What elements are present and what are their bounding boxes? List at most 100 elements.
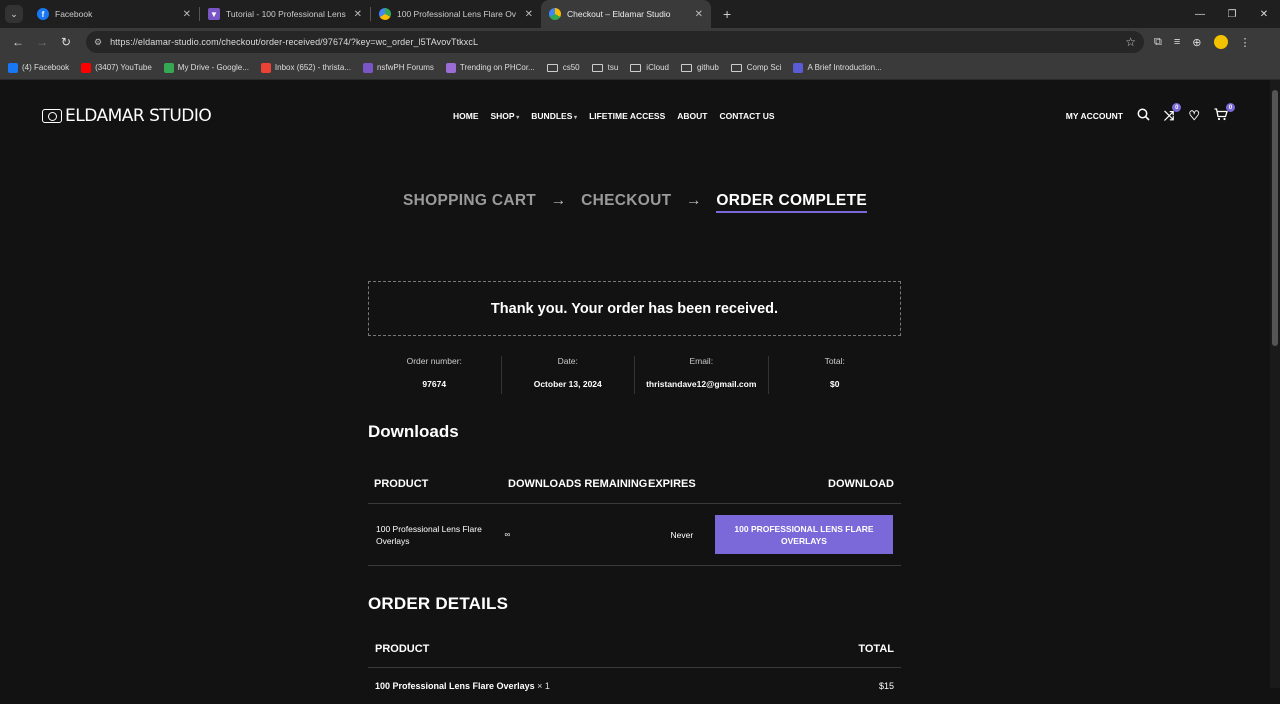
url-input[interactable]: ⚙ https://eldamar-studio.com/checkout/or…: [86, 31, 1144, 53]
main-nav: HOME SHOP BUNDLES LIFETIME ACCESS ABOUT …: [453, 111, 775, 121]
order-product-link[interactable]: 100 Professional Lens Flare Overlays: [375, 681, 535, 691]
bookmark-item[interactable]: iCloud: [630, 63, 669, 72]
site-favicon-icon: [8, 62, 18, 73]
browser-tab-bar: ⌄ f Facebook ✕ ▼ Tutorial - 100 Professi…: [0, 0, 1280, 28]
site-favicon-icon: [793, 62, 804, 73]
site-header: ELDAMAR STUDIO HOME SHOP BUNDLES LIFETIM…: [42, 103, 1235, 128]
media-control-icon[interactable]: ≡: [1174, 36, 1180, 48]
tab-checkout[interactable]: Checkout – Eldamar Studio ✕: [541, 0, 711, 28]
nsfw-icon: ▼: [208, 8, 220, 20]
close-icon[interactable]: ✕: [525, 9, 533, 20]
drive-icon: [549, 8, 561, 20]
order-total: Total: $0: [824, 356, 845, 389]
folder-icon: [546, 63, 558, 72]
window-controls: — ❐ ✕: [1184, 0, 1280, 28]
nav-lifetime-access[interactable]: LIFETIME ACCESS: [589, 111, 665, 121]
reload-icon[interactable]: ↻: [54, 35, 78, 49]
bookmark-item[interactable]: nsfwPH Forums: [362, 62, 434, 73]
compare-icon[interactable]: ⤨ 0: [1164, 103, 1182, 124]
bookmark-star-icon[interactable]: ☆: [1125, 35, 1136, 49]
order-details-header: PRODUCT TOTAL: [368, 630, 901, 668]
downloads-heading: Downloads: [368, 422, 459, 441]
site-favicon-icon: [445, 62, 456, 73]
step-shopping-cart[interactable]: SHOPPING CART: [403, 192, 536, 209]
address-bar: ← → ↻ ⚙ https://eldamar-studio.com/check…: [0, 28, 1280, 56]
site-info-icon[interactable]: ⚙: [94, 37, 102, 48]
download-button[interactable]: 100 PROFESSIONAL LENS FLARE OVERLAYS: [715, 515, 893, 554]
tab-facebook[interactable]: f Facebook ✕: [29, 0, 199, 28]
site-favicon-icon: [362, 62, 373, 73]
order-date: Date: October 13, 2024: [502, 356, 635, 394]
scrollbar-thumb[interactable]: [1272, 90, 1278, 346]
close-window-icon[interactable]: ✕: [1248, 0, 1280, 28]
nav-shop[interactable]: SHOP: [491, 111, 520, 121]
restore-icon[interactable]: ❐: [1216, 0, 1248, 28]
tab-lens-flare[interactable]: 100 Professional Lens Flare Ov ✕: [371, 0, 541, 28]
bookmark-item[interactable]: My Drive - Google...: [163, 62, 249, 73]
extensions-icon[interactable]: ⧉: [1154, 36, 1162, 49]
site-favicon-icon: [260, 62, 271, 73]
my-account-link[interactable]: MY ACCOUNT: [1066, 111, 1123, 121]
site-favicon-icon: [81, 62, 92, 73]
order-received-section: Thank you. Your order has been received.…: [368, 281, 901, 704]
cart-icon[interactable]: 0: [1214, 103, 1235, 124]
folder-icon: [630, 63, 642, 72]
step-checkout[interactable]: CHECKOUT: [581, 192, 671, 209]
bookmark-item[interactable]: Trending on PHCor...: [445, 62, 535, 73]
bookmarks-bar: (4) Facebook (3407) YouTube My Drive - Goo…: [0, 56, 1280, 80]
bookmark-item[interactable]: Comp Sci: [730, 63, 781, 72]
wishlist-heart-icon[interactable]: ♡: [1188, 108, 1200, 124]
download-icon[interactable]: ⊕: [1192, 36, 1201, 49]
order-overview: Order number: 97674 Date: October 13, 20…: [368, 356, 901, 394]
bookmark-item[interactable]: Inbox (652) - thrista...: [260, 62, 351, 73]
close-icon[interactable]: ✕: [354, 9, 362, 20]
nav-bundles[interactable]: BUNDLES: [531, 111, 577, 121]
downloads-remaining: ∞: [504, 530, 511, 539]
folder-icon: [680, 63, 692, 72]
nav-about[interactable]: ABOUT: [677, 111, 707, 121]
bookmark-item[interactable]: (4) Facebook: [8, 62, 69, 73]
close-icon[interactable]: ✕: [695, 9, 703, 20]
arrow-right-icon: →: [550, 192, 567, 209]
camera-icon: [42, 109, 62, 123]
drive-icon: [379, 8, 391, 20]
step-order-complete: ORDER COMPLETE: [716, 192, 867, 213]
profile-avatar[interactable]: [1213, 35, 1228, 49]
folder-icon: [730, 63, 742, 72]
search-icon[interactable]: [1137, 108, 1150, 124]
cart-count-badge: 0: [1226, 103, 1235, 112]
tab-search-icon[interactable]: ⌄: [5, 5, 23, 23]
new-tab-icon[interactable]: +: [723, 6, 731, 22]
bookmark-item[interactable]: A Brief Introduction...: [793, 62, 882, 73]
bookmark-item[interactable]: (3407) YouTube: [81, 62, 152, 73]
order-product-qty: × 1: [537, 681, 550, 691]
downloads-table-header: PRODUCT DOWNLOADS REMAINING EXPIRES DOWN…: [368, 464, 901, 504]
order-details-heading: ORDER DETAILS: [368, 594, 509, 613]
compare-count-badge: 0: [1172, 103, 1182, 112]
nav-home[interactable]: HOME: [453, 111, 479, 121]
site-favicon-icon: [163, 62, 174, 73]
site-logo[interactable]: ELDAMAR STUDIO: [42, 106, 212, 126]
facebook-icon: f: [37, 8, 49, 20]
bookmark-item[interactable]: github: [680, 63, 719, 72]
tab-tutorial[interactable]: ▼ Tutorial - 100 Professional Lens ✕: [200, 0, 370, 28]
bookmark-item[interactable]: tsu: [591, 63, 618, 72]
more-menu-icon[interactable]: ⋮: [1240, 36, 1251, 49]
page-scrollbar[interactable]: [1270, 80, 1280, 688]
table-row: 100 Professional Lens Flare Overlays × 1…: [368, 668, 901, 704]
order-email: Email: thristandave12@gmail.com: [635, 356, 769, 394]
table-row: 100 Professional Lens Flare Overlays ∞ N…: [368, 504, 901, 566]
download-product-link[interactable]: 100 Professional Lens Flare Overlays: [368, 523, 505, 547]
forward-icon[interactable]: →: [30, 35, 54, 49]
folder-icon: [591, 63, 603, 72]
page-content: ELDAMAR STUDIO HOME SHOP BUNDLES LIFETIM…: [0, 80, 1270, 691]
order-number: Order number: 97674: [368, 356, 502, 394]
nav-contact-us[interactable]: CONTACT US: [720, 111, 775, 121]
back-icon[interactable]: ←: [6, 35, 30, 49]
bookmark-item[interactable]: cs50: [546, 63, 580, 72]
checkout-steps: SHOPPING CART → CHECKOUT → ORDER COMPLET…: [0, 192, 1270, 213]
order-product-total: $15: [878, 681, 894, 691]
arrow-right-icon: →: [685, 192, 702, 209]
minimize-icon[interactable]: —: [1184, 0, 1216, 28]
close-icon[interactable]: ✕: [183, 9, 191, 20]
